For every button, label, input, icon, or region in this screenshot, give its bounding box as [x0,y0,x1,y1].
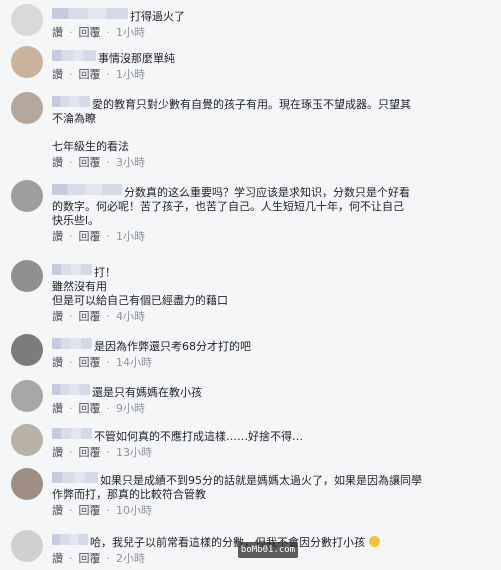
laughing-emoji-icon [368,536,380,547]
comment-text: 事情沒那麼單純 [98,52,175,65]
reply-link[interactable]: 回覆 [79,230,101,243]
comment-time[interactable]: 10小時 [116,504,152,517]
reply-link[interactable]: 回覆 [79,310,101,323]
comment-time[interactable]: 4小時 [116,310,145,323]
avatar[interactable] [11,180,43,212]
avatar[interactable] [11,46,43,78]
comment-time[interactable]: 3小時 [116,156,145,169]
like-link[interactable]: 讚 [52,504,63,517]
commenter-name[interactable] [52,384,90,395]
comment-time[interactable]: 1小時 [116,68,145,81]
comment-text: 愛的教育只對少數有自覺的孩子有用。現在琢玉不望成器。只望其 不淪為瞭 七年級生的… [52,98,411,153]
comment-time[interactable]: 2小時 [116,552,145,565]
avatar[interactable] [11,530,43,562]
commenter-name[interactable] [52,534,88,545]
comments-list: 打得過火了 讚 · 回覆 · 1小時 事情沒那麼單純 讚 · 回覆 · 1小時 愛的教育只對少數… [0,0,501,570]
like-link[interactable]: 讚 [52,356,63,369]
commenter-name[interactable] [52,184,122,195]
reply-link[interactable]: 回覆 [79,68,101,81]
reply-link[interactable]: 回覆 [79,504,101,517]
comment-time[interactable]: 1小時 [116,26,145,39]
watermark: boMb01.com [238,542,298,558]
reply-link[interactable]: 回覆 [79,26,101,39]
commenter-name[interactable] [52,96,90,107]
avatar[interactable] [11,260,43,292]
commenter-name[interactable] [52,472,98,483]
like-link[interactable]: 讚 [52,446,63,459]
comment-text: 不管如何真的不應打成這樣……好捨不得… [94,430,303,443]
comment-text: 還是只有媽媽在教小孩 [92,386,202,399]
comment-text: 哈，我兒子以前常看這樣的分數，但我不會因分數打小孩 [90,536,365,549]
reply-link[interactable]: 回覆 [79,446,101,459]
like-link[interactable]: 讚 [52,26,63,39]
commenter-name[interactable] [52,264,92,275]
like-link[interactable]: 讚 [52,310,63,323]
commenter-name[interactable] [52,428,92,439]
comment-time[interactable]: 1小時 [116,230,145,243]
comment-text: 打得過火了 [130,10,185,23]
reply-link[interactable]: 回覆 [79,552,101,565]
avatar[interactable] [11,424,43,456]
avatar[interactable] [11,4,43,36]
comment-text: 是因為作弊還只考68分才打的吧 [94,340,251,353]
reply-link[interactable]: 回覆 [79,356,101,369]
reply-link[interactable]: 回覆 [79,156,101,169]
reply-link[interactable]: 回覆 [79,402,101,415]
like-link[interactable]: 讚 [52,402,63,415]
like-link[interactable]: 讚 [52,230,63,243]
like-link[interactable]: 讚 [52,68,63,81]
comment-text: 如果只是成績不到95分的話就是媽媽太過火了，如果是因為讓同學 作弊而打，那真的比… [52,474,422,501]
avatar[interactable] [11,334,43,366]
commenter-name[interactable] [52,50,96,61]
comment-time[interactable]: 13小時 [116,446,152,459]
commenter-name[interactable] [52,8,128,19]
avatar[interactable] [11,92,43,124]
like-link[interactable]: 讚 [52,156,63,169]
avatar[interactable] [11,380,43,412]
commenter-name[interactable] [52,338,92,349]
comment-time[interactable]: 9小時 [116,402,145,415]
comment-time[interactable]: 14小時 [116,356,152,369]
avatar[interactable] [11,468,43,500]
like-link[interactable]: 讚 [52,552,63,565]
